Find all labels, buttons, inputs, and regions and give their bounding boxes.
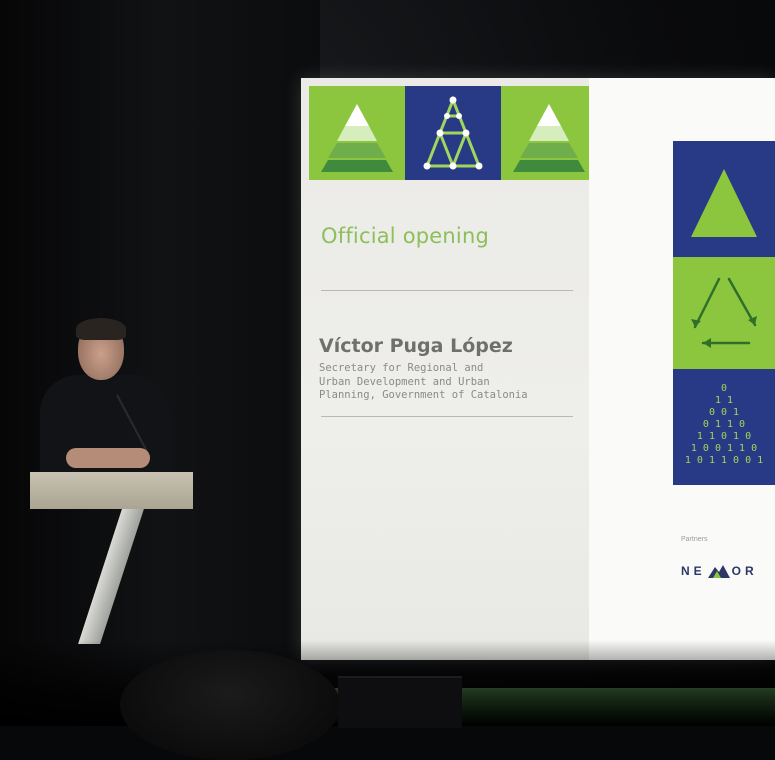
speaker-hands — [66, 448, 150, 468]
binary-triangle-icon: 0 1 1 0 0 1 0 1 1 0 1 1 0 1 0 1 0 0 1 1 … — [673, 369, 775, 485]
svg-text:0 1 1 0: 0 1 1 0 — [703, 419, 745, 430]
speaker-hair — [76, 318, 126, 340]
speaker-role: Secretary for Regional and Urban Develop… — [319, 362, 528, 401]
stage-curtain — [0, 0, 320, 726]
logo-text-left: NE — [681, 564, 706, 578]
layered-triangle-icon — [501, 86, 597, 180]
svg-text:0: 0 — [721, 383, 727, 394]
recycle-triangle-icon — [673, 257, 775, 369]
slide-left-panel: Official opening Víctor Puga López Secre… — [301, 78, 597, 660]
slide-right-panel: 0 1 1 0 0 1 0 1 1 0 1 1 0 1 0 1 0 0 1 1 … — [589, 78, 775, 660]
partners-label: Partners — [681, 536, 708, 543]
partner-logo: NE OR — [681, 560, 758, 582]
stage-monitor — [338, 676, 462, 728]
slide-title: Official opening — [321, 224, 489, 248]
slide-divider — [321, 416, 573, 417]
logo-text-right: OR — [731, 564, 758, 578]
svg-text:1 1 0 1 0: 1 1 0 1 0 — [697, 431, 751, 442]
event-stage: Official opening Víctor Puga López Secre… — [0, 0, 775, 760]
layered-triangle-icon — [309, 86, 405, 180]
speaker-name: Víctor Puga López — [319, 335, 513, 357]
podium — [30, 472, 193, 509]
svg-text:0 0 1: 0 0 1 — [709, 407, 739, 418]
projection-screen: Official opening Víctor Puga López Secre… — [301, 78, 775, 660]
audience-head — [120, 650, 340, 760]
network-triangle-icon — [405, 86, 501, 180]
svg-text:1 0 0 1 1 0: 1 0 0 1 1 0 — [691, 443, 757, 454]
solid-triangle-icon — [673, 141, 775, 257]
mountain-icon — [707, 565, 730, 578]
svg-text:1 1: 1 1 — [715, 395, 733, 406]
svg-text:1 0 1 1 0 0 1: 1 0 1 1 0 0 1 — [685, 455, 763, 466]
slide-divider — [321, 290, 573, 291]
speaker-body — [40, 375, 170, 485]
